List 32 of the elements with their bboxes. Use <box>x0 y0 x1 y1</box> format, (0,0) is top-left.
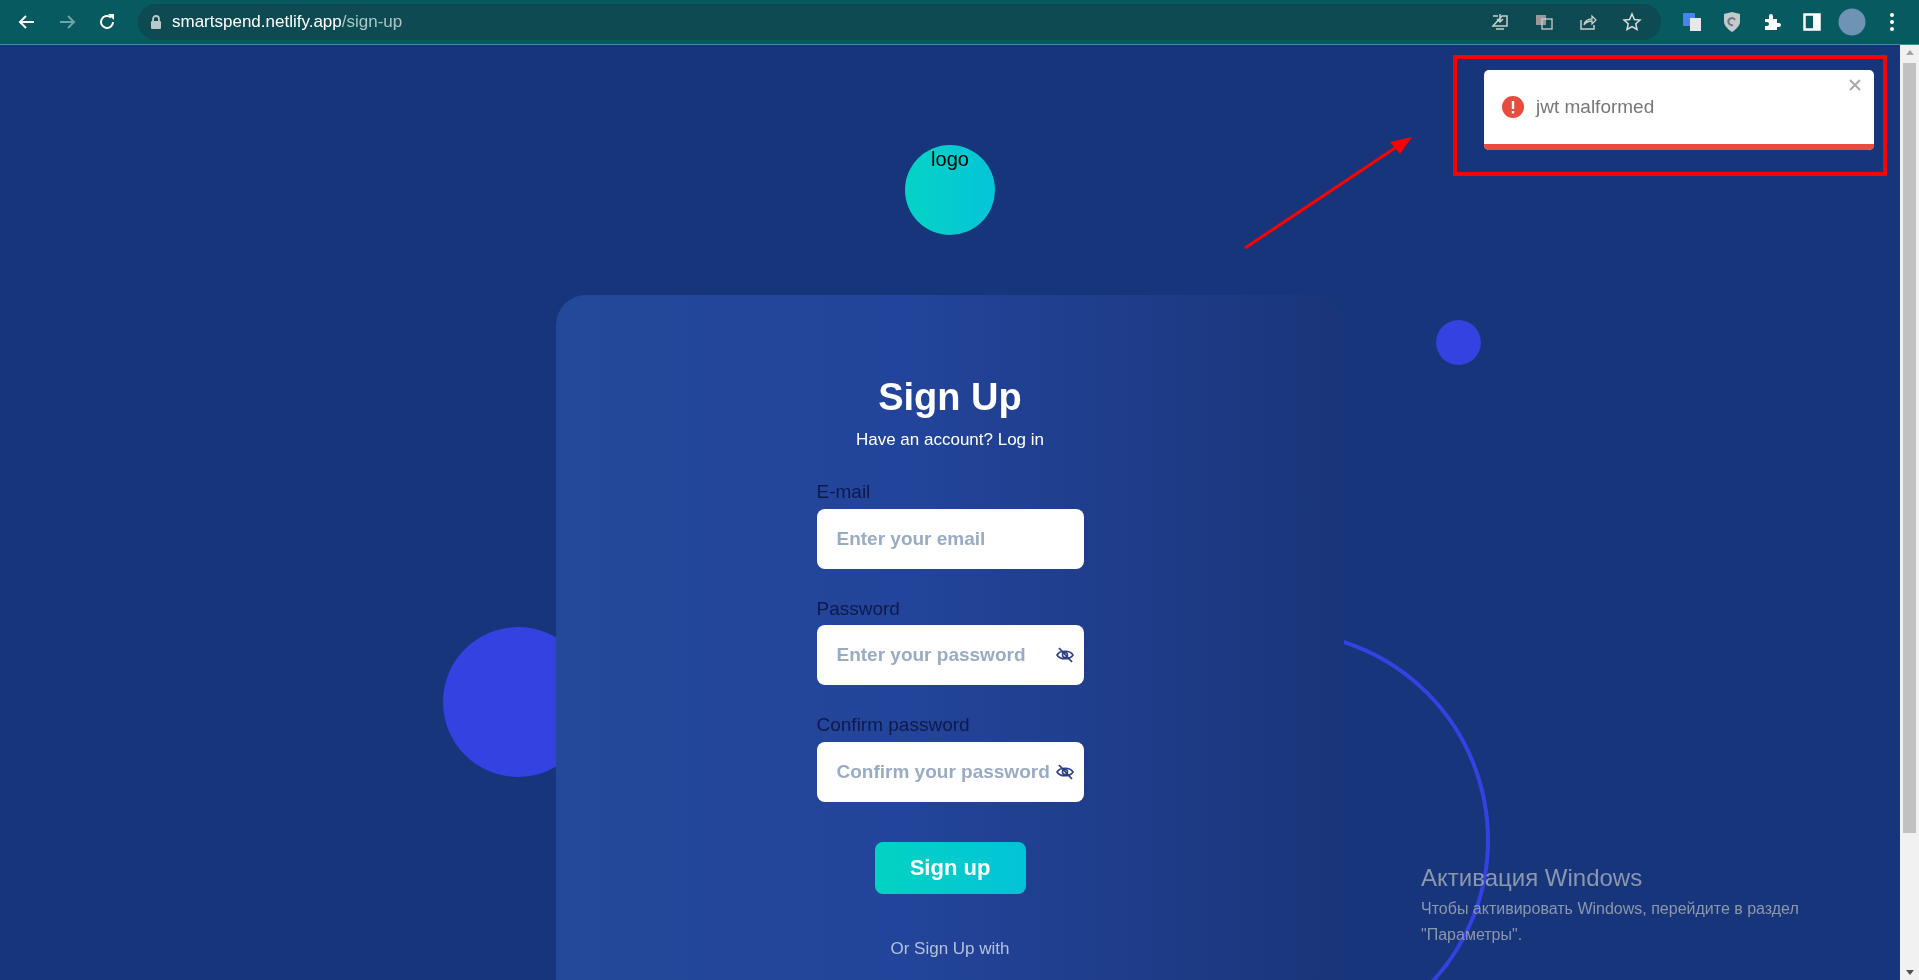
email-field[interactable]: Enter your email <box>816 508 1084 569</box>
password-field[interactable]: Confirm your password <box>816 741 1084 802</box>
decorative-circle <box>1436 320 1481 365</box>
scrollbar[interactable] <box>1900 45 1919 980</box>
eye-slash-icon[interactable] <box>1055 763 1074 780</box>
translate-icon <box>1534 12 1554 32</box>
lock-icon <box>150 14 162 30</box>
login-prompt: Have an account? Log in <box>855 428 1045 451</box>
scroll-thumb[interactable] <box>1903 63 1916 833</box>
password-field[interactable]: Enter your password <box>816 625 1084 686</box>
monitor-download-icon <box>1490 12 1510 32</box>
share-icon <box>1578 12 1598 32</box>
alert-icon <box>1502 96 1524 118</box>
avatar-icon <box>1838 8 1866 36</box>
field-label: E-mail <box>816 480 872 505</box>
eye-slash-icon[interactable] <box>1055 647 1074 664</box>
field-label: Password <box>816 596 901 621</box>
reload-icon <box>97 12 117 32</box>
field-label: Confirm password <box>816 713 971 738</box>
menu-icon <box>1889 12 1895 32</box>
toast-message: jwt malformed <box>1536 94 1655 119</box>
shield-icon <box>1722 11 1742 33</box>
side-panel-icon <box>1803 13 1821 31</box>
translate-icon <box>1681 11 1703 33</box>
divider-text: Or Sign Up with <box>890 937 1010 960</box>
form-title: Sign Up <box>878 375 1022 420</box>
star-icon <box>1622 12 1642 32</box>
close-icon <box>1848 78 1862 92</box>
puzzle-icon <box>1762 12 1782 32</box>
url-text[interactable]: smartspend.netlify.app/sign-up <box>172 9 403 35</box>
logo-alt-text: logo <box>931 149 969 172</box>
address-bar[interactable]: smartspend.netlify.app/sign-up <box>138 4 1661 40</box>
